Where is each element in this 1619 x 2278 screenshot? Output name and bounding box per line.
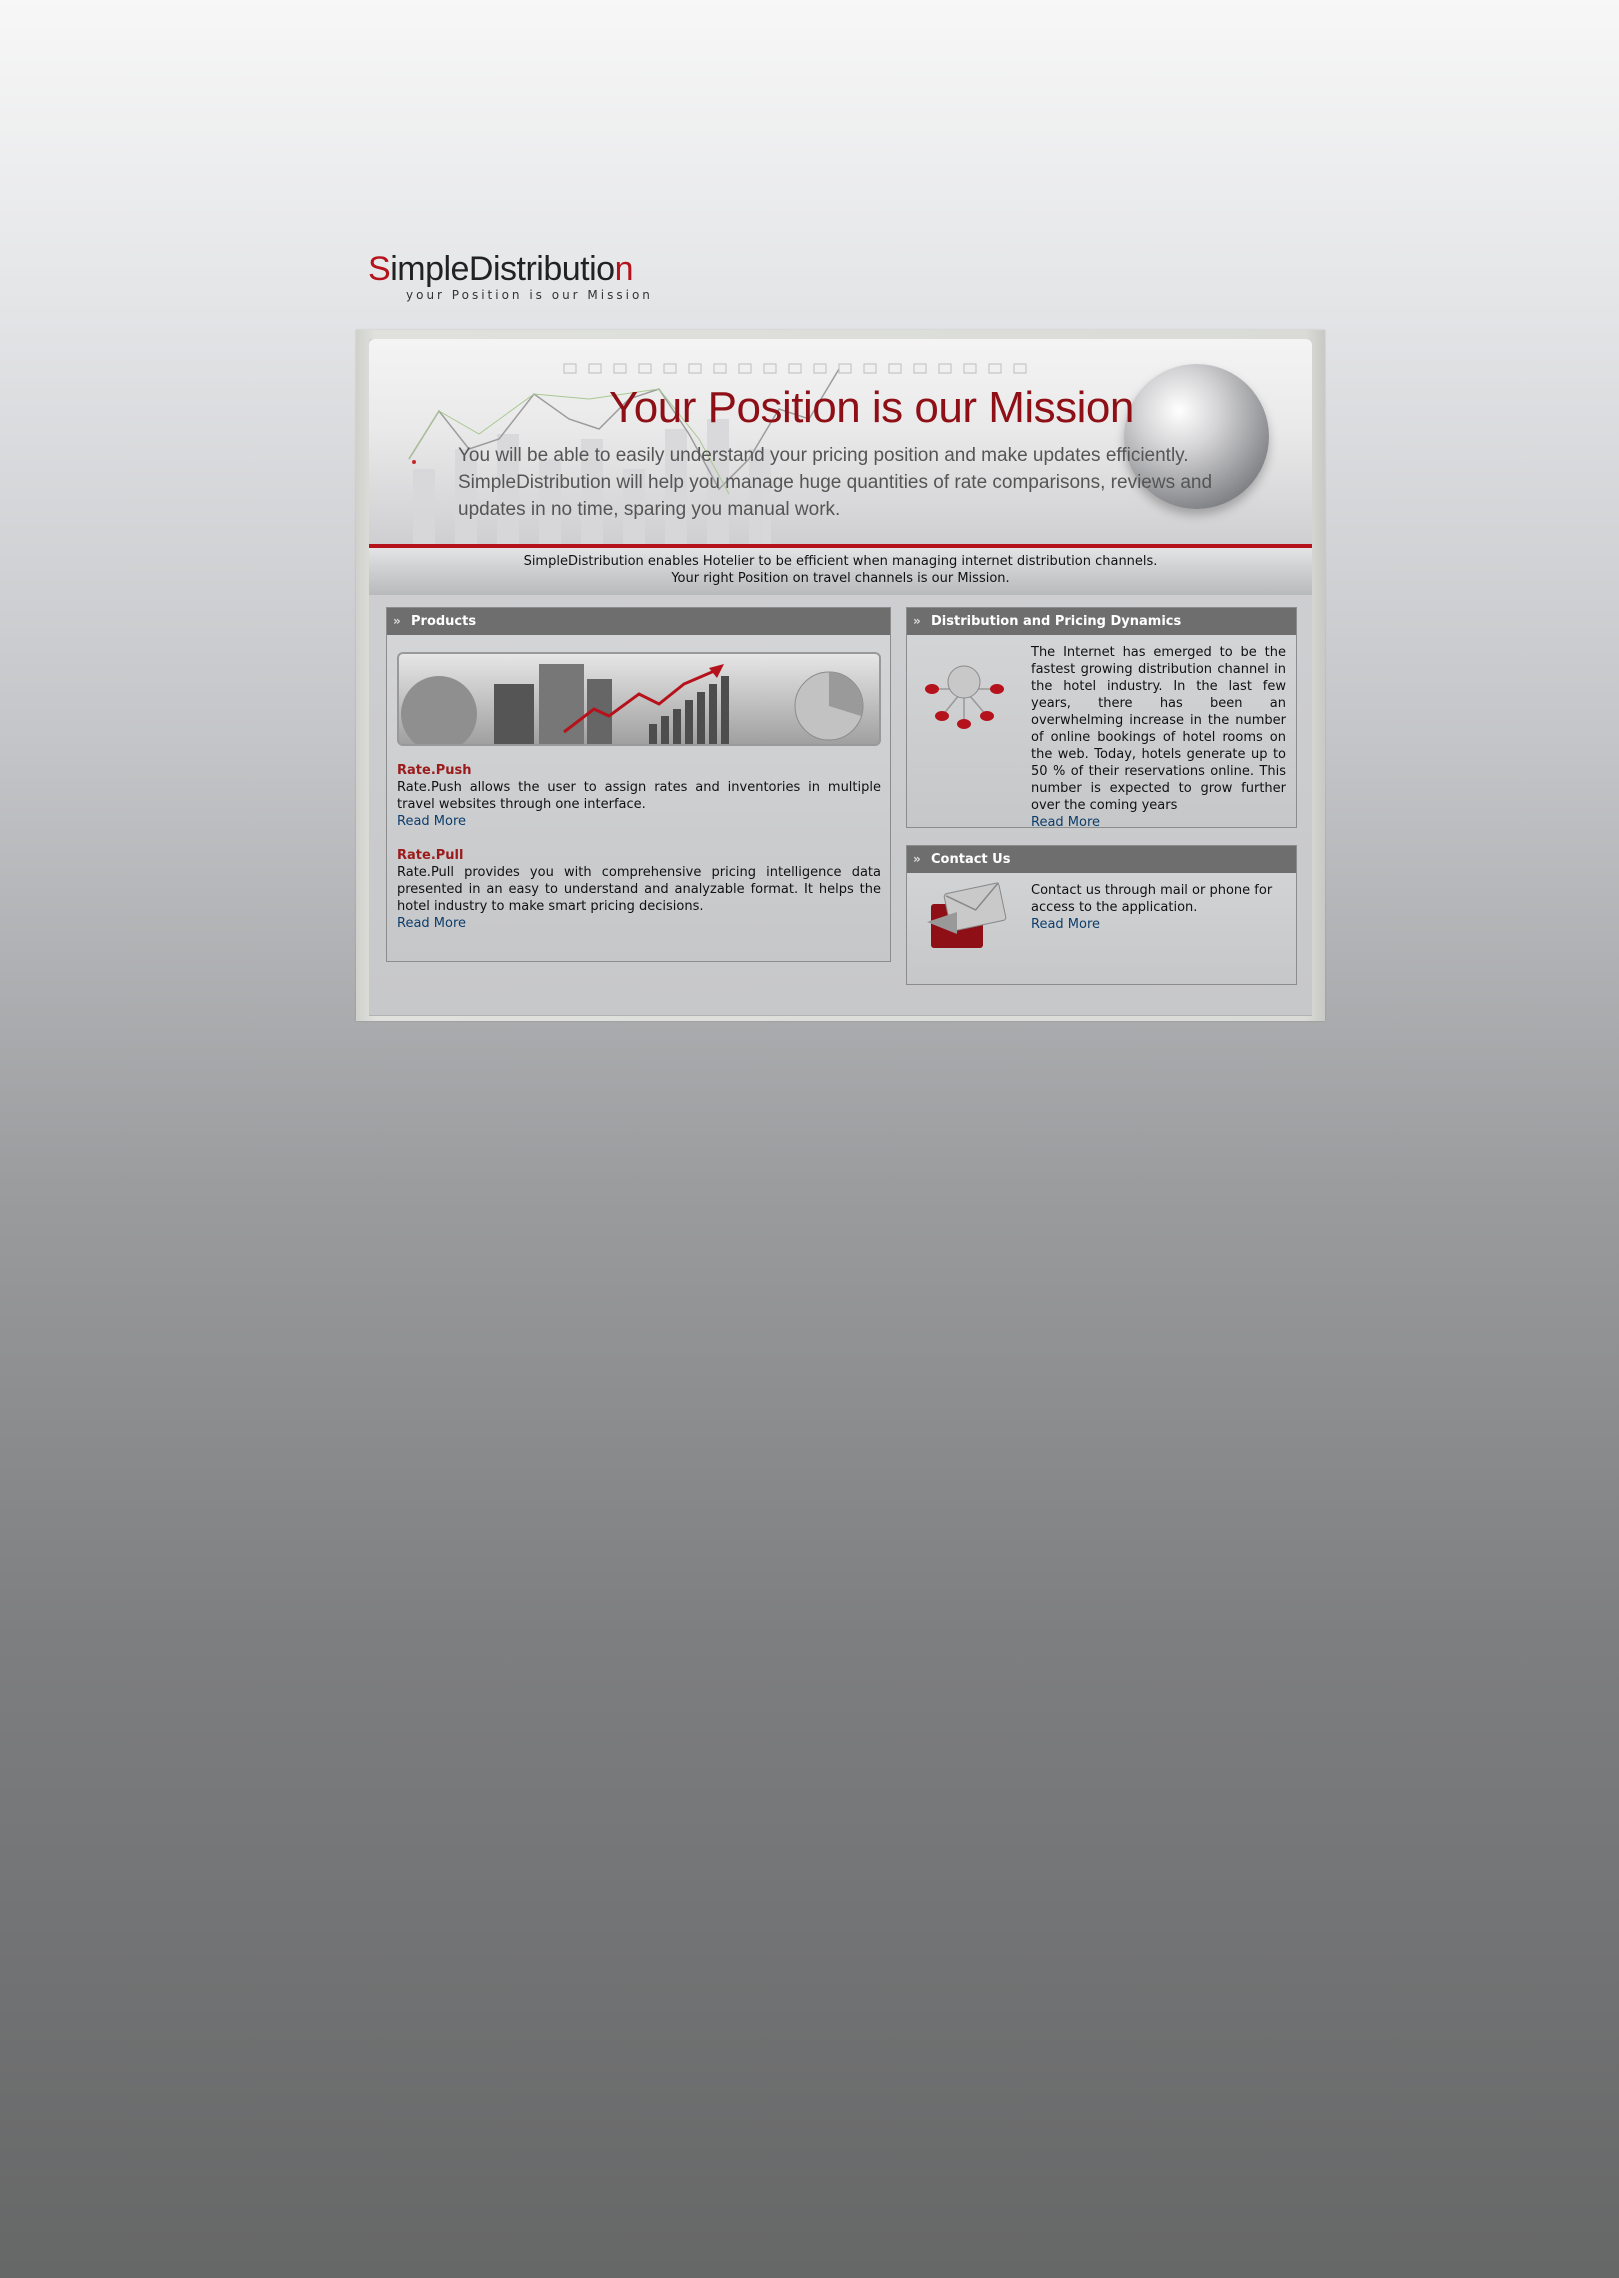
contact-panel: » Contact Us Contact us through mail or … xyxy=(906,845,1297,985)
product-description: Rate.Pull provides you with comprehensiv… xyxy=(397,865,881,914)
product-description: Rate.Push allows the user to assign rate… xyxy=(397,780,881,812)
mission-line-2: Your right Position on travel channels i… xyxy=(671,571,1010,586)
network-globe-icon xyxy=(925,665,1004,729)
footer-divider xyxy=(369,1015,1312,1016)
contact-text: Contact us through mail or phone for acc… xyxy=(1031,883,1273,915)
distribution-panel: » Distribution and Pricing Dynamics The … xyxy=(906,607,1297,831)
products-banner-image xyxy=(397,652,881,746)
product-item-rate-push: Rate.Push Rate.Push allows the user to a… xyxy=(397,762,881,830)
contact-heading: Contact Us xyxy=(931,852,1011,867)
site-logo[interactable]: SimpleDistribution your Position is our … xyxy=(368,250,668,302)
products-header: » Products xyxy=(387,608,890,635)
product-title: Rate.Pull xyxy=(397,848,464,863)
contact-body: Contact us through mail or phone for acc… xyxy=(1031,882,1286,933)
banner-subtitle: You will be able to easily understand yo… xyxy=(458,445,1213,520)
products-graphic xyxy=(401,664,864,744)
distribution-body: The Internet has emerged to be the faste… xyxy=(1031,644,1286,831)
mission-line-1: SimpleDistribution enables Hotelier to b… xyxy=(523,554,1158,569)
distribution-text: The Internet has emerged to be the faste… xyxy=(1031,645,1286,813)
products-heading: Products xyxy=(411,614,477,629)
logo-tagline: your Position is our Mission xyxy=(406,288,653,302)
page-frame: Your Position is our Mission You will be… xyxy=(356,330,1325,1021)
read-more-link[interactable]: Read More xyxy=(1031,916,1286,933)
read-more-link[interactable]: Read More xyxy=(1031,814,1286,831)
distribution-heading: Distribution and Pricing Dynamics xyxy=(931,614,1182,629)
read-more-link[interactable]: Read More xyxy=(397,813,881,830)
mail-envelope-icon xyxy=(927,882,1007,948)
read-more-link[interactable]: Read More xyxy=(397,915,881,932)
distribution-header: » Distribution and Pricing Dynamics xyxy=(907,608,1296,635)
double-chevron-icon: » xyxy=(393,614,401,628)
content-area: Your Position is our Mission You will be… xyxy=(369,339,1312,1016)
contact-header: » Contact Us xyxy=(907,846,1296,873)
product-title: Rate.Push xyxy=(397,763,472,778)
mission-strip: SimpleDistribution enables Hotelier to b… xyxy=(369,548,1312,595)
banner-title: Your Position is our Mission xyxy=(609,383,1134,432)
double-chevron-icon: » xyxy=(913,614,921,628)
hero-banner: Your Position is our Mission You will be… xyxy=(369,339,1312,544)
double-chevron-icon: » xyxy=(913,852,921,866)
products-panel: » Products Rate.Push Rate.Push allows th… xyxy=(386,607,891,962)
product-item-rate-pull: Rate.Pull Rate.Pull provides you with co… xyxy=(397,847,881,932)
logo-wordmark: SimpleDistribution xyxy=(368,250,634,288)
